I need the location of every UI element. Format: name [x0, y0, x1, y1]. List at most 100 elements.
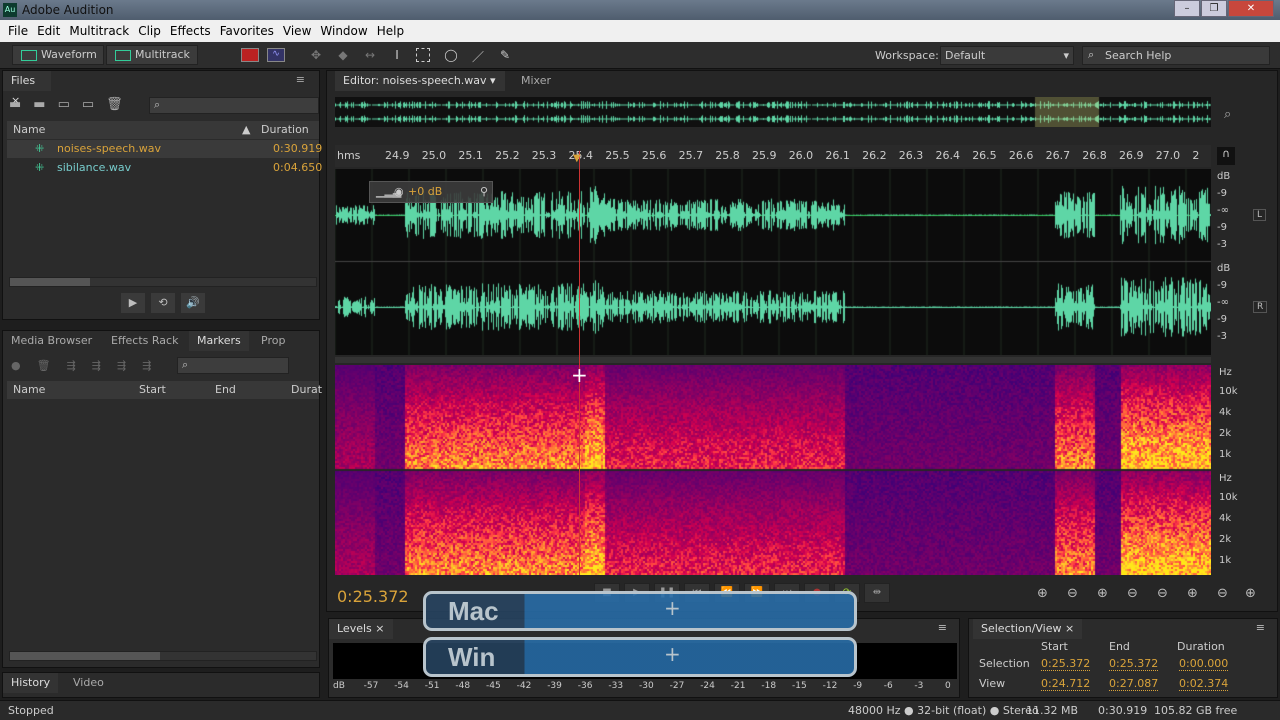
- display-divider[interactable]: [335, 357, 1211, 363]
- panel-menu-icon[interactable]: ≡: [1256, 621, 1265, 634]
- zoom-selection-icon[interactable]: ⌕: [1224, 107, 1231, 122]
- brush-tool-icon[interactable]: ／: [470, 48, 486, 64]
- channel-R[interactable]: R: [1253, 301, 1268, 313]
- spectral-display-icon[interactable]: [241, 48, 259, 62]
- menu-multitrack[interactable]: Multitrack: [65, 24, 133, 38]
- tab-history[interactable]: History: [3, 673, 59, 693]
- tab-markers[interactable]: Markers: [189, 331, 249, 351]
- hud-gain[interactable]: ▁▂▃ ◉ +0 dB ⚲: [369, 181, 493, 203]
- ruler-tick-label: 24.9: [385, 149, 410, 162]
- snap-icon[interactable]: ∩: [1217, 147, 1235, 165]
- waveform-display-icon[interactable]: ∿: [267, 48, 285, 62]
- pin-icon[interactable]: ⚲: [480, 182, 488, 202]
- menu-effects[interactable]: Effects: [166, 24, 215, 38]
- col-start[interactable]: Start: [139, 381, 166, 399]
- file-row[interactable]: ⁜ noises-speech.wav 0:30.919: [7, 140, 323, 158]
- tab-video[interactable]: Video: [65, 673, 112, 693]
- markers-toolbar-icons[interactable]: ●🗑⇶⇶⇶⇶: [11, 359, 167, 372]
- markers-search-input[interactable]: ⌕: [177, 357, 289, 374]
- level-tick-label: -45: [486, 681, 501, 691]
- move-tool-icon[interactable]: ✥: [308, 48, 324, 64]
- minimize-button[interactable]: –: [1174, 0, 1200, 17]
- files-toolbar-icons[interactable]: ▬▬▭▭🗑: [9, 97, 135, 112]
- horizontal-scrollbar[interactable]: [9, 651, 317, 661]
- marquee-tool-icon[interactable]: [416, 48, 430, 62]
- overview-waveform[interactable]: [335, 97, 1211, 127]
- lasso-tool-icon[interactable]: ◯: [443, 48, 459, 64]
- menu-favorites[interactable]: Favorites: [216, 24, 278, 38]
- level-tick-label: -57: [363, 681, 379, 691]
- tab-levels[interactable]: Levels ×: [329, 619, 393, 639]
- tab-files[interactable]: Files ×: [3, 71, 51, 107]
- col-name[interactable]: Name: [13, 381, 45, 399]
- view-duration[interactable]: 0:02.374: [1179, 677, 1229, 691]
- selection-duration[interactable]: 0:00.000: [1179, 657, 1229, 671]
- ruler-tick-label: 25.6: [641, 149, 667, 162]
- file-duration: 0:30.919: [273, 142, 323, 155]
- menu-window[interactable]: Window: [316, 24, 371, 38]
- multitrack-view-button[interactable]: Multitrack: [106, 45, 198, 65]
- zoom-to-selection-icon[interactable]: ⊕: [1245, 586, 1256, 601]
- tab-properties[interactable]: Prop: [253, 331, 293, 351]
- tab-editor[interactable]: Editor: noises-speech.wav ▾ ×: [335, 71, 505, 107]
- selection-start[interactable]: 0:25.372: [1041, 657, 1091, 671]
- multitrack-icon: [115, 50, 131, 61]
- files-search-input[interactable]: ⌕: [149, 97, 319, 114]
- play-button[interactable]: ▶: [121, 293, 145, 313]
- tab-mixer[interactable]: Mixer: [513, 71, 559, 91]
- col-duration[interactable]: Durat: [291, 381, 322, 399]
- menu-edit[interactable]: Edit: [33, 24, 64, 38]
- zoom-in-time-icon[interactable]: ⊕: [1097, 586, 1108, 601]
- horizontal-scrollbar[interactable]: [9, 277, 317, 287]
- zoom-in-point-icon[interactable]: ⊕: [1187, 586, 1198, 601]
- time-ruler[interactable]: hms 24.9 25.0 25.1 25.2 25.3 25.4 25.5 25.6 25.7 2…: [335, 145, 1211, 167]
- workspace-select[interactable]: Default ▾: [940, 46, 1074, 65]
- ruler-tick-label: 25.1: [458, 149, 483, 162]
- menu-view[interactable]: View: [279, 24, 315, 38]
- hz-tick-label: 1k: [1219, 449, 1232, 460]
- restore-button[interactable]: ❐: [1201, 0, 1227, 17]
- col-duration[interactable]: Duration: [261, 121, 309, 139]
- menu-file[interactable]: File: [4, 24, 32, 38]
- col-name[interactable]: Name: [13, 121, 45, 139]
- level-tick-label: -30: [639, 681, 654, 691]
- skip-selection-button[interactable]: ⇹: [864, 583, 890, 603]
- tab-effects-rack[interactable]: Effects Rack: [103, 331, 186, 351]
- panel-menu-icon[interactable]: ≡: [296, 73, 305, 86]
- time-selection-tool-icon[interactable]: I: [389, 48, 405, 64]
- editor-panel: Editor: noises-speech.wav ▾ × Mixer ⌕ hm…: [326, 70, 1278, 612]
- selection-end[interactable]: 0:25.372: [1109, 657, 1159, 671]
- view-end[interactable]: 0:27.087: [1109, 677, 1159, 691]
- spot-healing-tool-icon[interactable]: ✎: [497, 48, 513, 64]
- waveform-view-button[interactable]: Waveform: [12, 45, 104, 65]
- zoom-out-point-icon[interactable]: ⊖: [1217, 586, 1228, 601]
- menu-help[interactable]: Help: [373, 24, 408, 38]
- loop-button[interactable]: ⟲: [151, 293, 175, 313]
- volume-knob-icon[interactable]: ◉: [394, 182, 404, 202]
- zoom-out-time-icon[interactable]: ⊖: [1127, 586, 1138, 601]
- slip-tool-icon[interactable]: ↔: [362, 48, 378, 64]
- view-start[interactable]: 0:24.712: [1041, 677, 1091, 691]
- zoom-out-full-icon[interactable]: ⊖: [1157, 586, 1168, 601]
- col-end[interactable]: End: [215, 381, 236, 399]
- menu-clip[interactable]: Clip: [134, 24, 165, 38]
- tab-media-browser[interactable]: Media Browser: [3, 331, 100, 351]
- zoom-out-amplitude-icon[interactable]: ⊖: [1067, 586, 1078, 601]
- panel-menu-icon[interactable]: ≡: [938, 621, 947, 634]
- channel-L[interactable]: L: [1253, 209, 1267, 221]
- zoom-in-amplitude-icon[interactable]: ⊕: [1037, 586, 1048, 601]
- close-button[interactable]: ✕: [1228, 0, 1274, 17]
- ruler-tick-label: hms: [337, 149, 361, 162]
- chevron-down-icon: ▾: [1063, 49, 1069, 62]
- search-help-input[interactable]: ⌕ Search Help: [1082, 46, 1270, 65]
- spectral-display[interactable]: [335, 365, 1211, 575]
- tab-selection-view[interactable]: Selection/View ×: [973, 619, 1083, 639]
- playhead-marker-icon[interactable]: ▼: [573, 153, 581, 164]
- editor-tab-label: Editor: noises-speech.wav: [343, 74, 487, 87]
- ruler-tick-label: 26.2: [862, 149, 887, 162]
- files-header: Name ▲ Duration: [7, 121, 319, 139]
- autoplay-button[interactable]: 🔊: [181, 293, 205, 313]
- hz-tick-label: Hz: [1219, 367, 1232, 378]
- file-row[interactable]: ⁜ sibilance.wav 0:04.650: [7, 159, 322, 177]
- razor-tool-icon[interactable]: ◆: [335, 48, 351, 64]
